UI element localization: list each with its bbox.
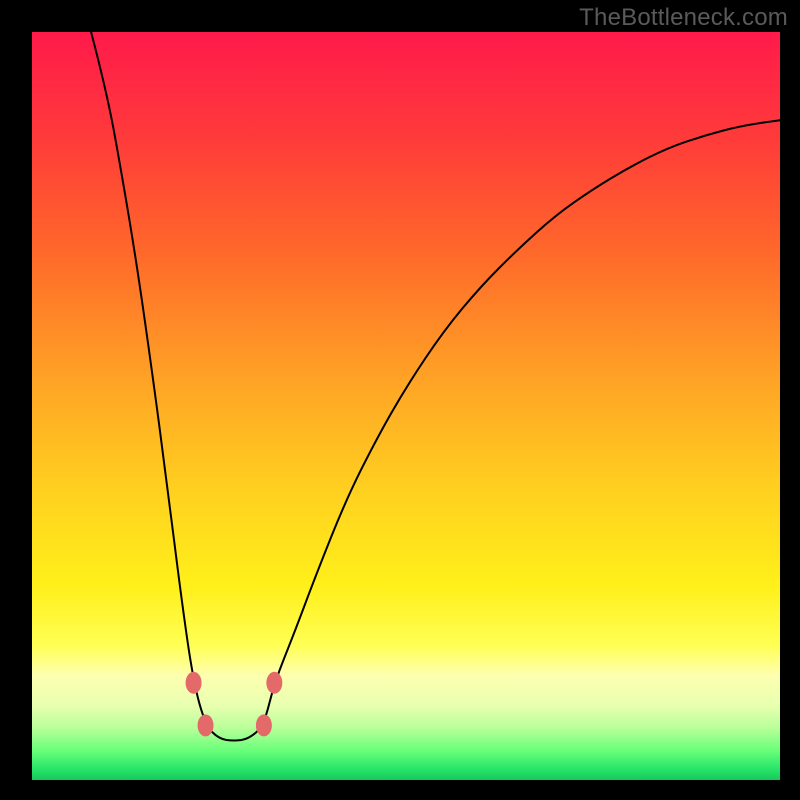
curve-marker xyxy=(198,714,214,736)
curve-layer xyxy=(32,32,780,780)
bottleneck-curve xyxy=(91,32,780,741)
curve-marker xyxy=(256,714,272,736)
curve-marker xyxy=(266,672,282,694)
plot-area xyxy=(32,32,780,780)
curve-marker xyxy=(186,672,202,694)
chart-frame: TheBottleneck.com xyxy=(0,0,800,800)
attribution-text: TheBottleneck.com xyxy=(579,4,788,32)
